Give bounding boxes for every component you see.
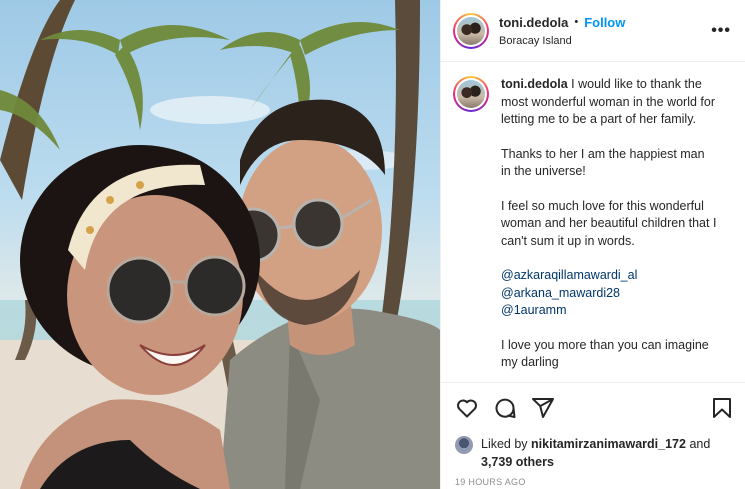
photo-illustration bbox=[0, 0, 440, 489]
profile-avatar[interactable] bbox=[453, 12, 489, 49]
avatar-image bbox=[457, 80, 485, 108]
heart-icon[interactable] bbox=[455, 396, 479, 420]
share-icon[interactable] bbox=[531, 396, 555, 420]
caption-closing: I love you more than you can imagine my … bbox=[501, 337, 709, 370]
mention-link[interactable]: @azkaraqillamawardi_al bbox=[501, 267, 717, 285]
likes-prefix: Liked by bbox=[481, 437, 532, 451]
more-options-icon[interactable]: ••• bbox=[711, 22, 731, 40]
action-bar: Liked by nikitamirzanimawardi_172 and 3,… bbox=[441, 382, 745, 487]
mention-link[interactable]: @1auramm bbox=[501, 302, 717, 320]
liker-avatar[interactable] bbox=[455, 436, 473, 454]
likes-others-link[interactable]: 3,739 others bbox=[481, 455, 554, 469]
avatar-image bbox=[457, 16, 485, 45]
caption-section: toni.dedola I would like to thank the mo… bbox=[441, 62, 745, 378]
location-link[interactable]: Boracay Island bbox=[499, 35, 625, 47]
post-header: toni.dedola • Follow Boracay Island ••• bbox=[441, 0, 745, 62]
mentions-list: @azkaraqillamawardi_al @arkana_mawardi28… bbox=[501, 267, 717, 320]
comment-icon[interactable] bbox=[493, 396, 517, 420]
caption-username[interactable]: toni.dedola bbox=[501, 77, 568, 91]
likes-summary: Liked by nikitamirzanimawardi_172 and 3,… bbox=[455, 435, 734, 471]
bookmark-icon[interactable] bbox=[710, 396, 734, 420]
caption-paragraph: I feel so much love for this wonderful w… bbox=[501, 198, 717, 248]
post-timestamp[interactable]: 19 HOURS AGO bbox=[455, 477, 734, 487]
mention-link[interactable]: @arkana_mawardi28 bbox=[501, 285, 717, 303]
post-photo[interactable] bbox=[0, 0, 440, 489]
caption-text: toni.dedola I would like to thank the mo… bbox=[501, 76, 717, 378]
caption-paragraph: Thanks to her I am the happiest man in t… bbox=[501, 146, 705, 179]
caption-paragraph: toni.dedola I would like to thank the mo… bbox=[501, 76, 717, 129]
follow-button[interactable]: Follow bbox=[584, 15, 625, 30]
username-link[interactable]: toni.dedola bbox=[499, 15, 568, 30]
separator-dot: • bbox=[574, 16, 579, 28]
likes-connector: and bbox=[685, 437, 711, 451]
action-icons bbox=[455, 395, 734, 421]
caption-avatar[interactable] bbox=[453, 76, 489, 112]
post-sidebar: toni.dedola • Follow Boracay Island ••• … bbox=[440, 0, 745, 489]
liker-username[interactable]: nikitamirzanimawardi_172 bbox=[531, 437, 686, 451]
